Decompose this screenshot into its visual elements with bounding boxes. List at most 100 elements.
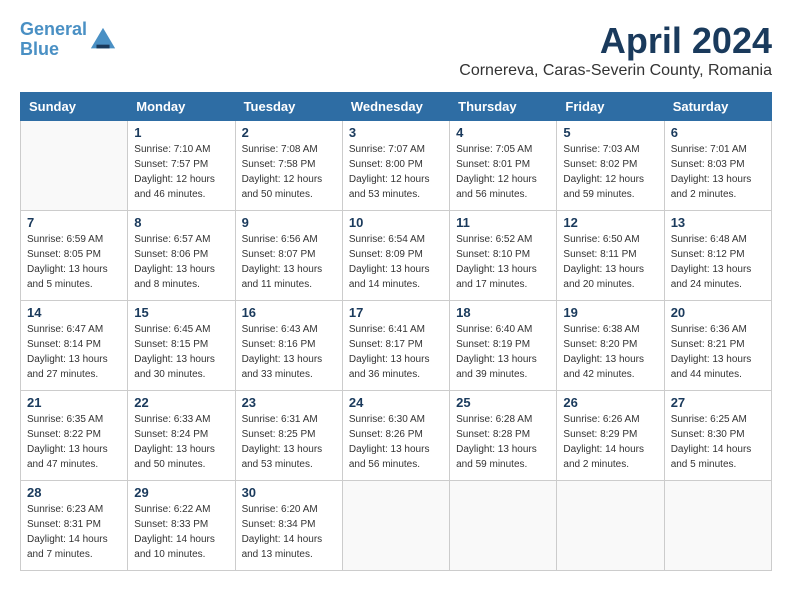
day-info: Sunrise: 6:45 AM Sunset: 8:15 PM Dayligh… [134,322,228,382]
day-cell: 2Sunrise: 7:08 AM Sunset: 7:58 PM Daylig… [235,121,342,211]
day-number: 26 [563,395,657,410]
logo-text: General Blue [20,20,87,60]
day-number: 14 [27,305,121,320]
calendar-subtitle: Cornereva, Caras-Severin County, Romania [459,62,772,80]
day-number: 18 [456,305,550,320]
day-info: Sunrise: 6:48 AM Sunset: 8:12 PM Dayligh… [671,232,765,292]
header-cell-sunday: Sunday [21,93,128,121]
page-header: General Blue April 2024 Cornereva, Caras… [20,20,772,84]
day-number: 4 [456,125,550,140]
week-row-4: 21 Sunrise: 6:35 AM Sunset: 8:22 PM Dayli… [21,391,772,481]
header-row: SundayMondayTuesdayWednesdayThursdayFrid… [21,93,772,121]
calendar-header: SundayMondayTuesdayWednesdayThursdayFrid… [21,93,772,121]
day-cell [450,481,557,571]
calendar-table: SundayMondayTuesdayWednesdayThursdayFrid… [20,92,772,571]
day-info: Sunrise: 6:36 AM Sunset: 8:21 PM Dayligh… [671,322,765,382]
day-cell: 14 Sunrise: 6:47 AM Sunset: 8:14 PM Dayli… [21,301,128,391]
day-cell: 16 Sunrise: 6:43 AM Sunset: 8:16 PM Dayli… [235,301,342,391]
day-info: Sunrise: 7:07 AM Sunset: 8:00 PM Dayligh… [349,142,443,202]
day-cell [557,481,664,571]
day-cell: 22 Sunrise: 6:33 AM Sunset: 8:24 PM Dayli… [128,391,235,481]
day-cell: 3 Sunrise: 7:07 AM Sunset: 8:00 PM Daylig… [342,121,449,211]
day-info: Sunrise: 6:59 AM Sunset: 8:05 PM Dayligh… [27,232,121,292]
logo-line2: Blue [20,39,59,59]
day-number: 19 [563,305,657,320]
day-cell: 23 Sunrise: 6:31 AM Sunset: 8:25 PM Dayli… [235,391,342,481]
day-cell: 6 Sunrise: 7:01 AM Sunset: 8:03 PM Daylig… [664,121,771,211]
day-info: Sunrise: 6:28 AM Sunset: 8:28 PM Dayligh… [456,412,550,472]
day-cell: 19Sunrise: 6:38 AM Sunset: 8:20 PM Dayli… [557,301,664,391]
header-cell-tuesday: Tuesday [235,93,342,121]
day-info: Sunrise: 6:50 AM Sunset: 8:11 PM Dayligh… [563,232,657,292]
calendar-body: 1 Sunrise: 7:10 AM Sunset: 7:57 PM Daylig… [21,121,772,571]
day-cell [664,481,771,571]
day-info: Sunrise: 6:20 AM Sunset: 8:34 PM Dayligh… [242,502,336,562]
day-number: 8 [134,215,228,230]
day-number: 27 [671,395,765,410]
week-row-1: 1 Sunrise: 7:10 AM Sunset: 7:57 PM Daylig… [21,121,772,211]
day-info: Sunrise: 6:25 AM Sunset: 8:30 PM Dayligh… [671,412,765,472]
day-number: 17 [349,305,443,320]
day-number: 12 [563,215,657,230]
day-info: Sunrise: 6:57 AM Sunset: 8:06 PM Dayligh… [134,232,228,292]
day-cell: 5 Sunrise: 7:03 AM Sunset: 8:02 PM Daylig… [557,121,664,211]
day-number: 23 [242,395,336,410]
day-info: Sunrise: 7:01 AM Sunset: 8:03 PM Dayligh… [671,142,765,202]
day-number: 6 [671,125,765,140]
day-cell: 10Sunrise: 6:54 AM Sunset: 8:09 PM Dayli… [342,211,449,301]
day-number: 3 [349,125,443,140]
day-info: Sunrise: 6:31 AM Sunset: 8:25 PM Dayligh… [242,412,336,472]
day-cell: 9 Sunrise: 6:56 AM Sunset: 8:07 PM Daylig… [235,211,342,301]
day-info: Sunrise: 6:41 AM Sunset: 8:17 PM Dayligh… [349,322,443,382]
day-number: 29 [134,485,228,500]
day-number: 15 [134,305,228,320]
day-info: Sunrise: 6:56 AM Sunset: 8:07 PM Dayligh… [242,232,336,292]
day-cell: 24Sunrise: 6:30 AM Sunset: 8:26 PM Dayli… [342,391,449,481]
day-cell: 13Sunrise: 6:48 AM Sunset: 8:12 PM Dayli… [664,211,771,301]
day-number: 1 [134,125,228,140]
day-info: Sunrise: 6:40 AM Sunset: 8:19 PM Dayligh… [456,322,550,382]
day-number: 22 [134,395,228,410]
day-number: 24 [349,395,443,410]
day-cell: 20 Sunrise: 6:36 AM Sunset: 8:21 PM Dayli… [664,301,771,391]
day-cell: 29 Sunrise: 6:22 AM Sunset: 8:33 PM Dayli… [128,481,235,571]
day-cell: 8 Sunrise: 6:57 AM Sunset: 8:06 PM Daylig… [128,211,235,301]
week-row-3: 14 Sunrise: 6:47 AM Sunset: 8:14 PM Dayli… [21,301,772,391]
calendar-title: April 2024 [459,20,772,62]
header-cell-monday: Monday [128,93,235,121]
day-number: 25 [456,395,550,410]
day-info: Sunrise: 6:22 AM Sunset: 8:33 PM Dayligh… [134,502,228,562]
day-cell: 27 Sunrise: 6:25 AM Sunset: 8:30 PM Dayli… [664,391,771,481]
day-number: 10 [349,215,443,230]
day-number: 11 [456,215,550,230]
day-info: Sunrise: 6:43 AM Sunset: 8:16 PM Dayligh… [242,322,336,382]
day-number: 20 [671,305,765,320]
day-number: 28 [27,485,121,500]
logo: General Blue [20,20,117,60]
day-number: 5 [563,125,657,140]
day-info: Sunrise: 6:33 AM Sunset: 8:24 PM Dayligh… [134,412,228,472]
day-info: Sunrise: 6:23 AM Sunset: 8:31 PM Dayligh… [27,502,121,562]
day-number: 21 [27,395,121,410]
day-info: Sunrise: 6:52 AM Sunset: 8:10 PM Dayligh… [456,232,550,292]
logo-icon [89,26,117,54]
day-info: Sunrise: 7:03 AM Sunset: 8:02 PM Dayligh… [563,142,657,202]
day-number: 16 [242,305,336,320]
day-cell [21,121,128,211]
day-cell: 11 Sunrise: 6:52 AM Sunset: 8:10 PM Dayli… [450,211,557,301]
day-info: Sunrise: 7:05 AM Sunset: 8:01 PM Dayligh… [456,142,550,202]
day-number: 9 [242,215,336,230]
week-row-5: 28 Sunrise: 6:23 AM Sunset: 8:31 PM Dayli… [21,481,772,571]
day-cell: 4 Sunrise: 7:05 AM Sunset: 8:01 PM Daylig… [450,121,557,211]
day-info: Sunrise: 6:35 AM Sunset: 8:22 PM Dayligh… [27,412,121,472]
day-cell: 25 Sunrise: 6:28 AM Sunset: 8:28 PM Dayli… [450,391,557,481]
day-info: Sunrise: 6:26 AM Sunset: 8:29 PM Dayligh… [563,412,657,472]
day-number: 30 [242,485,336,500]
day-info: Sunrise: 7:08 AM Sunset: 7:58 PM Dayligh… [242,142,336,202]
title-section: April 2024 Cornereva, Caras-Severin Coun… [459,20,772,80]
day-cell: 7 Sunrise: 6:59 AM Sunset: 8:05 PM Daylig… [21,211,128,301]
day-info: Sunrise: 6:47 AM Sunset: 8:14 PM Dayligh… [27,322,121,382]
header-cell-thursday: Thursday [450,93,557,121]
day-info: Sunrise: 7:10 AM Sunset: 7:57 PM Dayligh… [134,142,228,202]
day-number: 7 [27,215,121,230]
